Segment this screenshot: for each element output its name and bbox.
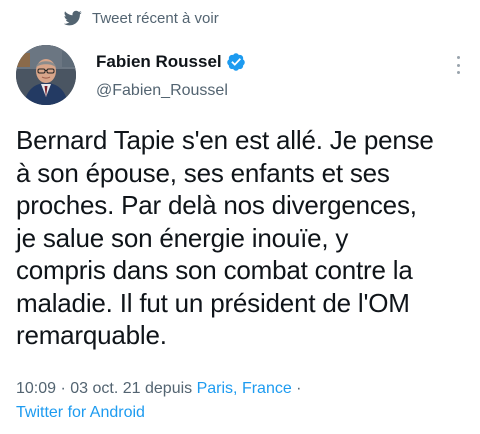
more-dot — [456, 56, 460, 59]
tweet-metadata-line-1: 10:09 · 03 oct. 21 depuis Paris, France … — [16, 377, 302, 401]
tweet-metadata-line-2: Twitter for Android — [16, 401, 302, 425]
author-name[interactable]: Fabien Roussel — [96, 52, 222, 72]
more-dot — [456, 63, 460, 67]
tweet-text-line: remarquable. — [16, 320, 167, 350]
tweet-location-link[interactable]: Paris, France — [197, 380, 292, 397]
tweet-text-line: compris dans son combat contre la — [16, 255, 413, 285]
promoted-header: Tweet récent à voir — [64, 9, 219, 27]
author-block: Fabien Roussel @Fabien_Roussel — [96, 51, 246, 100]
tweet-card: Tweet récent à voir Fabien Roussel @Fabi… — [0, 0, 480, 434]
author-handle[interactable]: @Fabien_Roussel — [96, 82, 246, 100]
avatar-photo — [16, 45, 76, 105]
more-dot — [456, 71, 460, 74]
twitter-bird-icon — [64, 9, 82, 27]
meta-separator: · — [56, 380, 71, 397]
verified-badge-icon — [226, 52, 246, 72]
tweet-text-line: Bernard Tapie s'en est allé. Je pense — [16, 125, 434, 155]
tweet-time[interactable]: 10:09 — [16, 380, 56, 397]
meta-separator-trailing: · — [291, 380, 302, 397]
tweet-date[interactable]: 03 oct. 21 — [70, 380, 140, 397]
tweet-text: Bernard Tapie s'en est allé. Je pense à … — [16, 124, 471, 352]
tweet-text-line: proches. Par delà nos divergences, — [16, 190, 417, 220]
tweet-metadata: 10:09 · 03 oct. 21 depuis Paris, France … — [16, 377, 302, 425]
tweet-text-line: je salue son énergie inouïe, y — [16, 222, 349, 253]
more-options-icon[interactable] — [454, 56, 462, 74]
author-name-row: Fabien Roussel — [96, 51, 246, 73]
promoted-label: Tweet récent à voir — [92, 9, 219, 27]
tweet-client-link[interactable]: Twitter for Android — [16, 404, 145, 421]
tweet-text-line: maladie. Il fut un président de l'OM — [16, 287, 410, 318]
avatar[interactable] — [16, 45, 76, 105]
tweet-text-line: à son épouse, ses enfants et ses — [16, 157, 390, 188]
meta-via: depuis — [140, 380, 197, 397]
